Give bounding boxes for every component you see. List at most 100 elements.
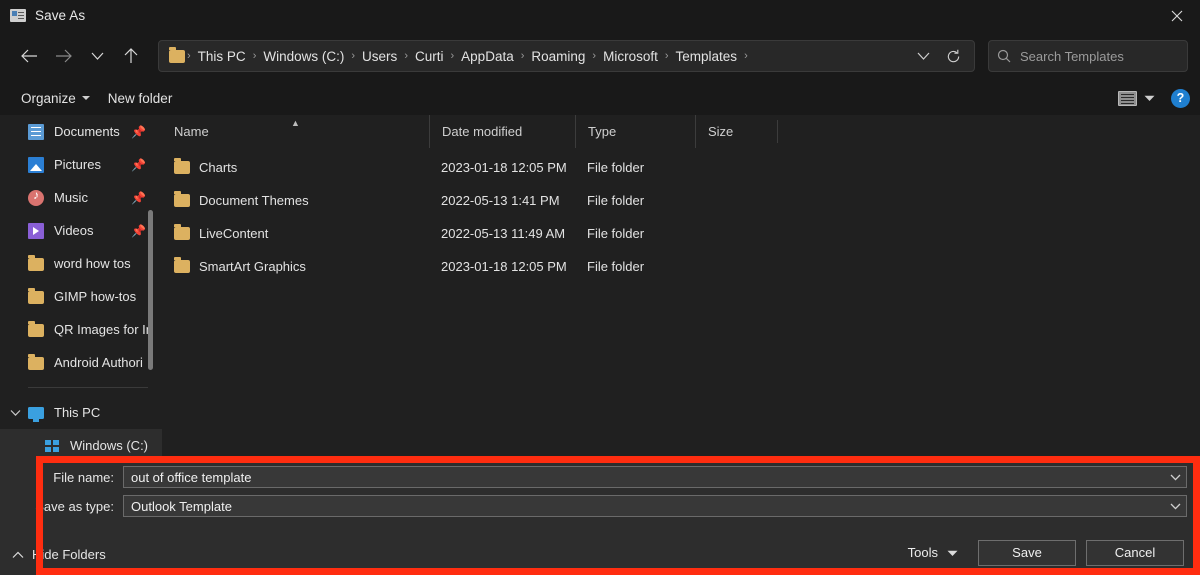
- sidebar-scrollbar[interactable]: [148, 210, 153, 370]
- sidebar-item-label: Pictures: [54, 157, 101, 172]
- documents-icon: [28, 123, 44, 140]
- table-row[interactable]: Charts 2023-01-18 12:05 PM File folder: [162, 151, 1200, 184]
- pin-icon[interactable]: 📌: [131, 158, 146, 172]
- organize-button[interactable]: Organize: [12, 87, 99, 110]
- forward-icon[interactable]: [46, 40, 80, 72]
- sidebar-item-gimp-how-tos[interactable]: GIMP how-tos: [0, 280, 162, 313]
- save-as-type-combo[interactable]: Outlook Template: [123, 495, 1187, 517]
- refresh-icon[interactable]: [938, 41, 968, 71]
- help-icon[interactable]: ?: [1171, 88, 1190, 108]
- cancel-button[interactable]: Cancel: [1086, 539, 1184, 566]
- breadcrumb-separator: ›: [744, 50, 748, 62]
- breadcrumb-item-microsoft[interactable]: Microsoft: [598, 47, 663, 66]
- search-box[interactable]: [988, 40, 1196, 72]
- sidebar-item-documents[interactable]: Documents 📌: [0, 115, 162, 148]
- sidebar-item-label: word how tos: [54, 256, 131, 271]
- tools-button[interactable]: Tools: [898, 539, 968, 566]
- breadcrumb-separator: ›: [450, 50, 455, 62]
- column-header-label: Type: [588, 124, 617, 139]
- save-button[interactable]: Save: [978, 539, 1076, 566]
- cell-type: File folder: [587, 226, 645, 241]
- breadcrumb-item-windows-c[interactable]: Windows (C:): [258, 47, 349, 66]
- table-row[interactable]: LiveContent 2022-05-13 11:49 AM File fol…: [162, 217, 1200, 250]
- column-header-label: Size: [708, 124, 734, 139]
- column-header-date-modified[interactable]: Date modified: [429, 115, 575, 148]
- up-icon[interactable]: [114, 40, 148, 72]
- save-as-type-value[interactable]: Outlook Template: [131, 499, 1164, 514]
- breadcrumb-separator: ›: [351, 50, 356, 62]
- sidebar-item-word-how-tos[interactable]: word how tos: [0, 247, 162, 280]
- file-name-row: File name: out of office template: [0, 464, 1200, 490]
- view-layout-icon[interactable]: [1118, 90, 1137, 106]
- sidebar-item-this-pc[interactable]: This PC: [0, 396, 162, 429]
- file-name-value[interactable]: out of office template: [131, 470, 1164, 485]
- sidebar-item-label: This PC: [54, 405, 101, 420]
- sidebar-item-windows-c[interactable]: Windows (C:): [0, 429, 162, 457]
- sidebar-item-pictures[interactable]: Pictures 📌: [0, 148, 162, 181]
- this-pc-icon: [28, 407, 44, 422]
- pin-icon[interactable]: 📌: [131, 191, 146, 205]
- hide-folders-button[interactable]: Hide Folders: [12, 547, 106, 562]
- breadcrumb-separator: ›: [404, 50, 408, 62]
- sidebar-item-android-authority[interactable]: Android Authori: [0, 346, 162, 379]
- column-divider[interactable]: [777, 120, 778, 143]
- sidebar-item-videos[interactable]: Videos 📌: [0, 214, 162, 247]
- sidebar-item-label: QR Images for In: [54, 322, 153, 337]
- folder-icon: [174, 257, 190, 273]
- chevron-down-icon[interactable]: [10, 409, 21, 416]
- dialog-buttons: Tools Save Cancel: [898, 539, 1184, 566]
- close-icon[interactable]: [1154, 0, 1200, 31]
- breadcrumb-item-templates[interactable]: Templates: [671, 47, 743, 66]
- recent-locations-icon[interactable]: [80, 40, 114, 72]
- breadcrumb-item-roaming[interactable]: Roaming: [526, 47, 590, 66]
- column-header-type[interactable]: Type: [575, 115, 695, 148]
- back-icon[interactable]: [12, 40, 46, 72]
- breadcrumb-separator: ›: [187, 50, 191, 62]
- organize-label: Organize: [21, 90, 76, 106]
- breadcrumb-separator: ›: [252, 50, 257, 62]
- navigation-sidebar[interactable]: Documents 📌 Pictures 📌 Music 📌 Videos 📌: [0, 115, 162, 457]
- address-bar[interactable]: › This PC › Windows (C:) › Users › Curti…: [158, 40, 975, 72]
- new-folder-button[interactable]: New folder: [99, 87, 182, 110]
- command-bar: Organize New folder ?: [0, 81, 1200, 115]
- address-dropdown-icon[interactable]: [908, 41, 938, 71]
- hide-folders-label: Hide Folders: [32, 547, 106, 562]
- folder-icon: [174, 224, 190, 240]
- column-header-name[interactable]: Name ▲: [162, 115, 429, 148]
- breadcrumb-item-curti[interactable]: Curti: [410, 47, 449, 66]
- save-as-icon: [10, 9, 26, 22]
- chevron-down-icon[interactable]: [1164, 474, 1186, 481]
- drive-icon: [44, 438, 60, 454]
- save-pane: File name: out of office template Save a…: [0, 457, 1200, 575]
- column-headers: Name ▲ Date modified Type Size: [162, 115, 1200, 148]
- cell-type: File folder: [587, 160, 645, 175]
- pin-icon[interactable]: 📌: [131, 125, 146, 139]
- chevron-down-icon[interactable]: [1164, 503, 1186, 510]
- save-as-dialog: Save As › This PC › Windows (C:) › Users…: [0, 0, 1200, 575]
- breadcrumb-item-appdata[interactable]: AppData: [456, 47, 519, 66]
- table-row[interactable]: SmartArt Graphics 2023-01-18 12:05 PM Fi…: [162, 250, 1200, 283]
- sidebar-item-label: Videos: [54, 223, 94, 238]
- table-row[interactable]: Document Themes 2022-05-13 1:41 PM File …: [162, 184, 1200, 217]
- cell-name: Document Themes: [162, 191, 429, 208]
- sidebar-item-label: Windows (C:): [70, 438, 149, 453]
- search-icon: [997, 49, 1011, 63]
- column-header-label: Name: [174, 124, 209, 139]
- title-bar: Save As: [0, 0, 1200, 31]
- navigation-bar: › This PC › Windows (C:) › Users › Curti…: [0, 31, 1200, 81]
- breadcrumb-item-users[interactable]: Users: [357, 47, 402, 66]
- view-dropdown-icon[interactable]: [1139, 95, 1162, 102]
- column-header-size[interactable]: Size: [695, 115, 777, 148]
- sidebar-item-music[interactable]: Music 📌: [0, 181, 162, 214]
- search-input[interactable]: [1020, 48, 1196, 64]
- breadcrumb-separator: ›: [520, 50, 525, 62]
- folder-icon: [28, 255, 44, 271]
- breadcrumb-item-this-pc[interactable]: This PC: [193, 47, 251, 66]
- sidebar-item-qr-images[interactable]: QR Images for In: [0, 313, 162, 346]
- file-name-combo[interactable]: out of office template: [123, 466, 1187, 488]
- pin-icon[interactable]: 📌: [131, 224, 146, 238]
- file-name-label: File name:: [53, 469, 114, 485]
- breadcrumb-separator: ›: [592, 50, 597, 62]
- cell-type: File folder: [587, 259, 645, 274]
- file-name: Document Themes: [199, 193, 309, 208]
